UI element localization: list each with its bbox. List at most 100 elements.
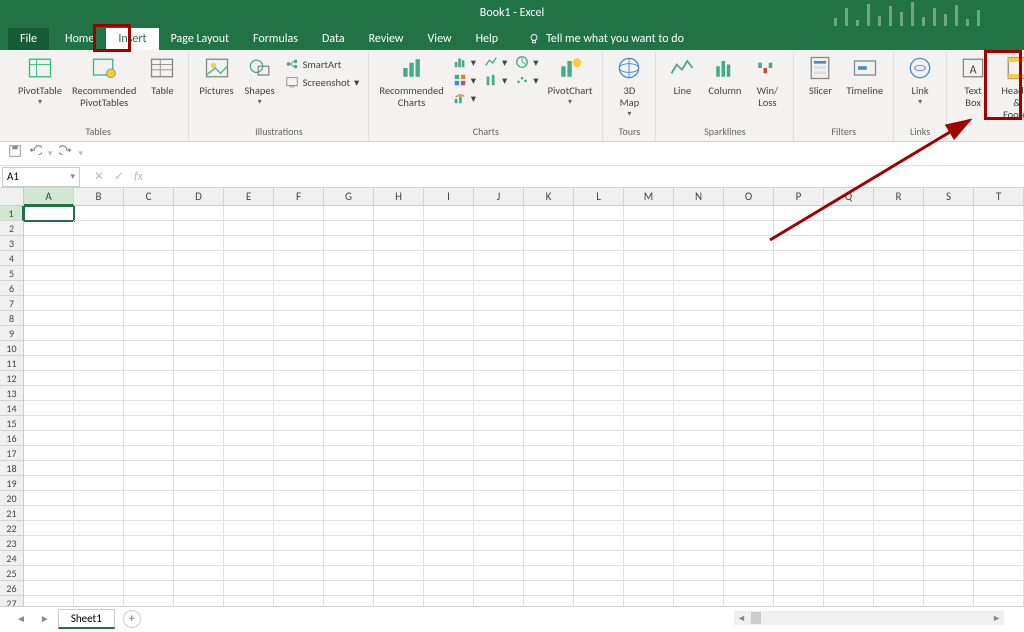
cell-F8[interactable] <box>274 311 324 326</box>
cell-P24[interactable] <box>774 551 824 566</box>
cell-A1[interactable] <box>24 206 74 221</box>
cell-L15[interactable] <box>574 416 624 431</box>
cell-J18[interactable] <box>474 461 524 476</box>
cell-F27[interactable] <box>274 596 324 606</box>
row-header-27[interactable]: 27 <box>0 596 24 606</box>
cell-J13[interactable] <box>474 386 524 401</box>
cell-R8[interactable] <box>874 311 924 326</box>
cell-R18[interactable] <box>874 461 924 476</box>
cell-P8[interactable] <box>774 311 824 326</box>
cell-M5[interactable] <box>624 266 674 281</box>
cell-N24[interactable] <box>674 551 724 566</box>
redo-button[interactable] <box>59 144 73 163</box>
cell-M9[interactable] <box>624 326 674 341</box>
column-header-B[interactable]: B <box>74 188 124 206</box>
row-header-23[interactable]: 23 <box>0 536 24 551</box>
cell-K23[interactable] <box>524 536 574 551</box>
cell-N22[interactable] <box>674 521 724 536</box>
cell-E3[interactable] <box>224 236 274 251</box>
cell-P2[interactable] <box>774 221 824 236</box>
cell-K19[interactable] <box>524 476 574 491</box>
cancel-formula-button[interactable]: ✕ <box>94 169 104 184</box>
cell-A5[interactable] <box>24 266 74 281</box>
cell-Q9[interactable] <box>824 326 874 341</box>
tab-page-layout[interactable]: Page Layout <box>159 28 241 50</box>
scatter-chart-button[interactable]: ▾ <box>512 72 541 88</box>
cell-I21[interactable] <box>424 506 474 521</box>
cell-N12[interactable] <box>674 371 724 386</box>
cell-F25[interactable] <box>274 566 324 581</box>
cell-C19[interactable] <box>124 476 174 491</box>
column-header-D[interactable]: D <box>174 188 224 206</box>
cell-J11[interactable] <box>474 356 524 371</box>
cell-L11[interactable] <box>574 356 624 371</box>
cell-S27[interactable] <box>924 596 974 606</box>
cell-P20[interactable] <box>774 491 824 506</box>
cell-J27[interactable] <box>474 596 524 606</box>
cell-B27[interactable] <box>74 596 124 606</box>
cell-M26[interactable] <box>624 581 674 596</box>
cell-P17[interactable] <box>774 446 824 461</box>
cell-S14[interactable] <box>924 401 974 416</box>
cell-Q12[interactable] <box>824 371 874 386</box>
cell-F5[interactable] <box>274 266 324 281</box>
cell-P12[interactable] <box>774 371 824 386</box>
cell-O20[interactable] <box>724 491 774 506</box>
cell-E10[interactable] <box>224 341 274 356</box>
cell-S26[interactable] <box>924 581 974 596</box>
cell-R6[interactable] <box>874 281 924 296</box>
cell-K11[interactable] <box>524 356 574 371</box>
cell-D24[interactable] <box>174 551 224 566</box>
cell-N1[interactable] <box>674 206 724 221</box>
cell-I7[interactable] <box>424 296 474 311</box>
cell-P6[interactable] <box>774 281 824 296</box>
cell-H17[interactable] <box>374 446 424 461</box>
sparkline-winloss-button[interactable]: Win/ Loss <box>747 52 787 111</box>
cell-I6[interactable] <box>424 281 474 296</box>
cell-R9[interactable] <box>874 326 924 341</box>
cell-M13[interactable] <box>624 386 674 401</box>
cell-Q20[interactable] <box>824 491 874 506</box>
cell-C23[interactable] <box>124 536 174 551</box>
row-header-19[interactable]: 19 <box>0 476 24 491</box>
cell-H19[interactable] <box>374 476 424 491</box>
cell-R10[interactable] <box>874 341 924 356</box>
timeline-button[interactable]: Timeline <box>842 52 887 99</box>
cell-L22[interactable] <box>574 521 624 536</box>
new-sheet-button[interactable]: + <box>123 610 141 628</box>
cell-T25[interactable] <box>974 566 1024 581</box>
column-header-O[interactable]: O <box>724 188 774 206</box>
row-header-16[interactable]: 16 <box>0 431 24 446</box>
cell-N17[interactable] <box>674 446 724 461</box>
cell-I19[interactable] <box>424 476 474 491</box>
cell-F4[interactable] <box>274 251 324 266</box>
cell-C12[interactable] <box>124 371 174 386</box>
cell-H24[interactable] <box>374 551 424 566</box>
cell-O4[interactable] <box>724 251 774 266</box>
cell-P21[interactable] <box>774 506 824 521</box>
cell-C26[interactable] <box>124 581 174 596</box>
cell-T24[interactable] <box>974 551 1024 566</box>
cell-P4[interactable] <box>774 251 824 266</box>
cell-H20[interactable] <box>374 491 424 506</box>
cell-T9[interactable] <box>974 326 1024 341</box>
cell-L2[interactable] <box>574 221 624 236</box>
tab-view[interactable]: View <box>416 28 464 50</box>
cell-P11[interactable] <box>774 356 824 371</box>
cell-C22[interactable] <box>124 521 174 536</box>
row-header-1[interactable]: 1 <box>0 206 24 221</box>
cell-E21[interactable] <box>224 506 274 521</box>
cell-L17[interactable] <box>574 446 624 461</box>
cell-M24[interactable] <box>624 551 674 566</box>
cell-N11[interactable] <box>674 356 724 371</box>
cell-G9[interactable] <box>324 326 374 341</box>
cell-O9[interactable] <box>724 326 774 341</box>
cell-C6[interactable] <box>124 281 174 296</box>
cell-N16[interactable] <box>674 431 724 446</box>
cell-A14[interactable] <box>24 401 74 416</box>
row-header-5[interactable]: 5 <box>0 266 24 281</box>
cell-C27[interactable] <box>124 596 174 606</box>
cell-S16[interactable] <box>924 431 974 446</box>
cell-O25[interactable] <box>724 566 774 581</box>
cell-G14[interactable] <box>324 401 374 416</box>
